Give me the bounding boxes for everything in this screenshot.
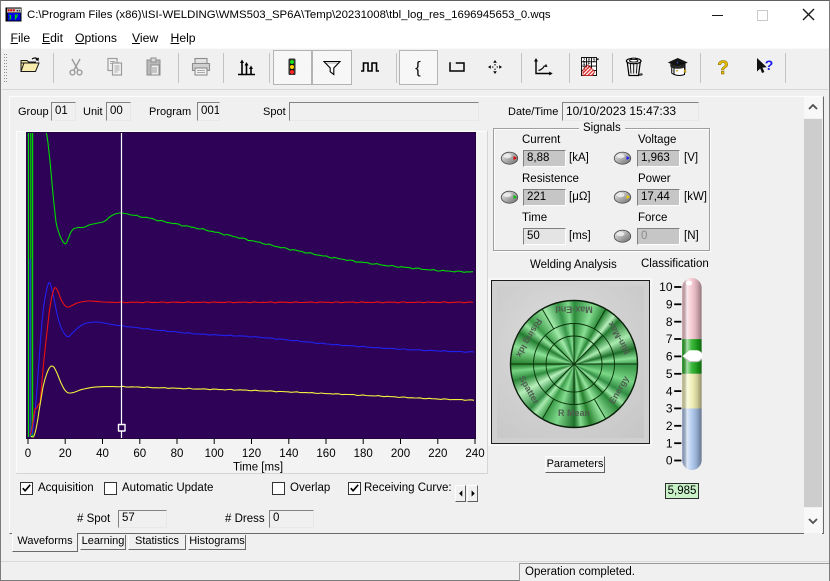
- svg-text:Spatter: Spatter: [517, 374, 541, 406]
- svg-text:9: 9: [666, 298, 673, 312]
- svg-text:5: 5: [666, 367, 673, 381]
- svg-text:0: 0: [666, 454, 673, 468]
- svg-text:Energy: Energy: [607, 374, 631, 405]
- svg-text:3: 3: [666, 402, 673, 416]
- svg-text:Min-Max: Min-Max: [606, 320, 633, 356]
- svg-text:40: 40: [96, 448, 109, 460]
- svg-text:4: 4: [666, 384, 673, 398]
- svg-text:7: 7: [666, 332, 673, 346]
- svg-text:220: 220: [428, 448, 447, 460]
- svg-text:120: 120: [242, 448, 261, 460]
- svg-text:1: 1: [666, 436, 673, 450]
- svg-text:?: ?: [765, 57, 774, 73]
- svg-text:Max-End: Max-End: [555, 305, 593, 315]
- svg-text:200: 200: [391, 448, 410, 460]
- svg-text:240: 240: [465, 448, 484, 460]
- svg-text:Time [ms]: Time [ms]: [233, 462, 283, 474]
- svg-text:{: {: [415, 58, 421, 77]
- svg-text:10: 10: [659, 280, 673, 294]
- svg-text:100: 100: [205, 448, 224, 460]
- svg-text:60: 60: [133, 448, 146, 460]
- svg-text:6: 6: [666, 350, 673, 364]
- svg-text:2: 2: [666, 419, 673, 433]
- svg-text:80: 80: [171, 448, 184, 460]
- svg-text:0: 0: [25, 448, 31, 460]
- svg-text:Rising Idx: Rising Idx: [514, 317, 544, 359]
- svg-text:160: 160: [316, 448, 335, 460]
- svg-text:180: 180: [354, 448, 373, 460]
- svg-text:R Mean: R Mean: [558, 408, 590, 418]
- svg-text:9: 9: [593, 57, 596, 63]
- svg-text:8: 8: [666, 315, 673, 329]
- svg-text:140: 140: [279, 448, 298, 460]
- svg-text:?: ?: [717, 58, 729, 79]
- svg-text:20: 20: [59, 448, 72, 460]
